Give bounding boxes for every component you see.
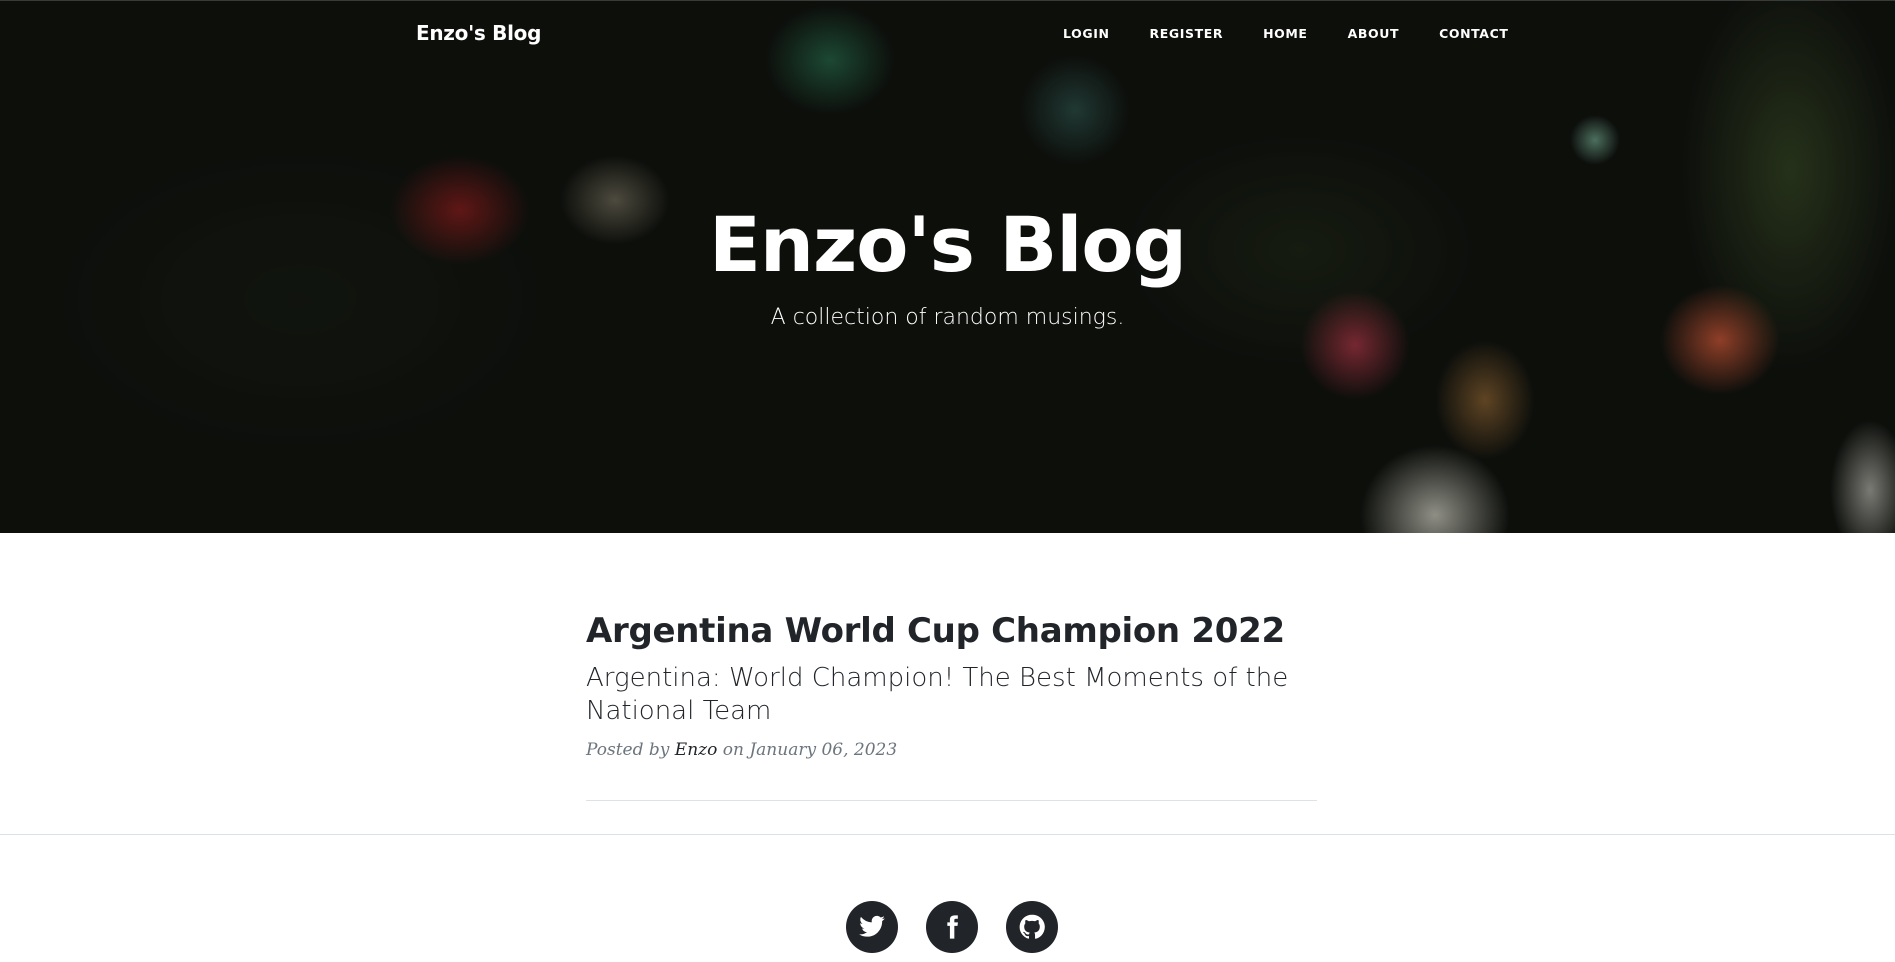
nav-home-link[interactable]: HOME (1263, 26, 1307, 41)
hero-subtitle: A collection of random musings. (770, 304, 1125, 330)
hero-heading-block: Enzo's Blog A collection of random musin… (0, 203, 1895, 331)
post-title-link[interactable]: Argentina World Cup Champion 2022 (586, 611, 1317, 652)
nav-about-link[interactable]: ABOUT (1348, 26, 1400, 41)
post-preview: Argentina World Cup Champion 2022 Argent… (586, 611, 1317, 760)
facebook-icon (947, 915, 958, 939)
top-navbar: Enzo's Blog LOGIN REGISTER HOME ABOUT CO… (0, 0, 1895, 69)
navbar-brand[interactable]: Enzo's Blog (416, 21, 541, 45)
twitter-button[interactable] (846, 901, 898, 953)
github-icon (1019, 914, 1045, 939)
hero-title: Enzo's Blog (708, 200, 1187, 289)
nav-links: LOGIN REGISTER HOME ABOUT CONTACT (1063, 26, 1509, 41)
post-divider (586, 800, 1317, 801)
social-links (846, 901, 1058, 953)
github-button[interactable] (1006, 901, 1058, 953)
post-meta-on: on (722, 739, 744, 760)
post-subtitle[interactable]: Argentina: World Champion! The Best Mome… (586, 662, 1317, 728)
twitter-icon (859, 915, 885, 937)
nav-contact-link[interactable]: CONTACT (1439, 26, 1508, 41)
post-date: January 06, 2023 (749, 739, 898, 760)
footer-divider (0, 834, 1895, 835)
facebook-button[interactable] (926, 901, 978, 953)
nav-login-link[interactable]: LOGIN (1063, 26, 1110, 41)
hero-header: Enzo's Blog LOGIN REGISTER HOME ABOUT CO… (0, 0, 1895, 533)
nav-register-link[interactable]: REGISTER (1150, 26, 1224, 41)
post-author-link[interactable]: Enzo (675, 740, 718, 760)
post-meta: Posted by Enzo on January 06, 2023 (586, 740, 1317, 760)
post-meta-prefix: Posted by (586, 739, 670, 760)
